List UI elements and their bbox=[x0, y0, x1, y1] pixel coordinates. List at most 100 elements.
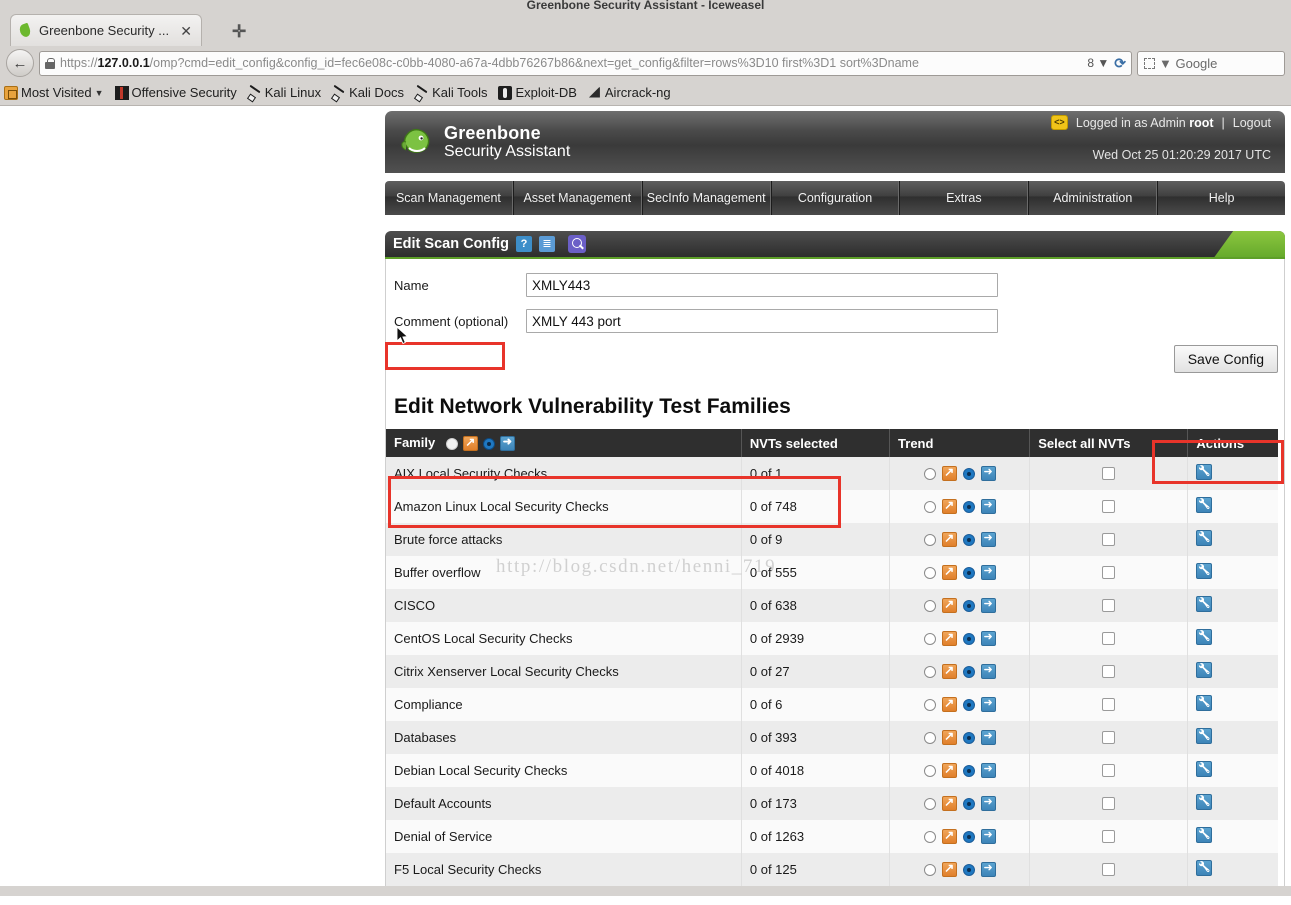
close-tab-icon[interactable]: ✕ bbox=[177, 24, 195, 38]
save-config-button[interactable]: Save Config bbox=[1173, 345, 1278, 373]
select-all-nvts-checkbox[interactable] bbox=[1102, 797, 1116, 811]
cell-family: Buffer overflow bbox=[386, 556, 742, 590]
nav-secinfo-management[interactable]: SecInfo Management bbox=[641, 181, 771, 215]
select-all-nvts-checkbox[interactable] bbox=[1102, 698, 1116, 712]
edit-family-wrench-icon[interactable] bbox=[1196, 728, 1213, 745]
trend-static-radio[interactable] bbox=[962, 599, 975, 612]
nav-asset-management[interactable]: Asset Management bbox=[512, 181, 642, 215]
nav-scan-management[interactable]: Scan Management bbox=[385, 181, 513, 215]
select-all-nvts-checkbox[interactable] bbox=[1102, 764, 1116, 778]
edit-family-wrench-icon[interactable] bbox=[1196, 563, 1213, 580]
name-input[interactable] bbox=[526, 273, 998, 297]
trend-static-radio[interactable] bbox=[962, 632, 975, 645]
list-icon[interactable]: ≣ bbox=[539, 236, 555, 252]
bookmark-aircrack-ng[interactable]: Aircrack-ng bbox=[588, 85, 671, 100]
trend-grow-radio[interactable] bbox=[923, 665, 936, 678]
circle-selected-icon[interactable] bbox=[482, 437, 495, 450]
new-tab-icon[interactable]: ✛ bbox=[232, 23, 246, 40]
trend-static-radio[interactable] bbox=[962, 533, 975, 546]
trend-grow-radio[interactable] bbox=[923, 698, 936, 711]
edit-family-wrench-icon[interactable] bbox=[1196, 596, 1213, 613]
trend-grow-radio[interactable] bbox=[923, 764, 936, 777]
browser-tab[interactable]: Greenbone Security ... ✕ bbox=[10, 14, 202, 46]
trend-static-radio[interactable] bbox=[962, 797, 975, 810]
trend-grow-radio[interactable] bbox=[923, 797, 936, 810]
trend-static-icon[interactable] bbox=[499, 435, 515, 452]
nav-help[interactable]: Help bbox=[1157, 181, 1285, 215]
trend-static-radio[interactable] bbox=[962, 764, 975, 777]
trend-grow-radio[interactable] bbox=[923, 533, 936, 546]
select-all-nvts-checkbox[interactable] bbox=[1102, 863, 1116, 877]
trend-grow-radio[interactable] bbox=[923, 500, 936, 513]
column-header-nvts-selected[interactable]: NVTs selected bbox=[741, 429, 891, 458]
trend-grow-radio[interactable] bbox=[923, 863, 936, 876]
select-all-nvts-checkbox[interactable] bbox=[1102, 632, 1116, 646]
cell-family: Denial of Service bbox=[386, 820, 742, 854]
trend-static-radio[interactable] bbox=[962, 566, 975, 579]
edit-family-wrench-icon[interactable] bbox=[1196, 827, 1213, 844]
select-all-nvts-checkbox[interactable] bbox=[1102, 500, 1116, 514]
chevrons-icon[interactable]: <> bbox=[1050, 115, 1068, 130]
bookmark-kali-tools[interactable]: Kali Tools bbox=[415, 85, 487, 100]
column-header-family[interactable]: Family bbox=[386, 429, 742, 458]
trend-static-icon bbox=[980, 531, 996, 548]
trend-up-icon[interactable] bbox=[462, 435, 478, 452]
page-title: Edit Scan Config bbox=[393, 236, 509, 252]
trend-static-radio[interactable] bbox=[962, 698, 975, 711]
trend-grow-radio[interactable] bbox=[923, 830, 936, 843]
logout-link[interactable]: Logout bbox=[1233, 116, 1271, 130]
trend-static-radio[interactable] bbox=[962, 731, 975, 744]
column-header-trend[interactable]: Trend bbox=[889, 429, 1031, 458]
cell-family: Amazon Linux Local Security Checks bbox=[386, 490, 742, 524]
trend-grow-radio[interactable] bbox=[923, 566, 936, 579]
table-header-row: Family NVTs selected Trend Select all NV… bbox=[386, 429, 1278, 458]
bookmark-most-visited[interactable]: Most Visited ▼ bbox=[4, 85, 104, 100]
address-bar[interactable]: https://127.0.0.1/omp?cmd=edit_config&co… bbox=[39, 50, 1132, 76]
trend-grow-radio[interactable] bbox=[923, 632, 936, 645]
column-header-select-all[interactable]: Select all NVTs bbox=[1029, 429, 1189, 458]
edit-family-wrench-icon[interactable] bbox=[1196, 662, 1213, 679]
trend-up-icon bbox=[941, 498, 957, 515]
edit-family-wrench-icon[interactable] bbox=[1196, 761, 1213, 778]
chevron-down-icon: ▼ bbox=[94, 87, 104, 98]
select-all-nvts-checkbox[interactable] bbox=[1102, 830, 1116, 844]
edit-family-wrench-icon[interactable] bbox=[1196, 695, 1213, 712]
url-identity-badge[interactable]: 8 ▼ bbox=[1087, 56, 1109, 70]
select-all-nvts-checkbox[interactable] bbox=[1102, 665, 1116, 679]
edit-family-wrench-icon[interactable] bbox=[1196, 497, 1213, 514]
edit-family-wrench-icon[interactable] bbox=[1196, 794, 1213, 811]
search-icon[interactable] bbox=[568, 235, 586, 253]
select-all-nvts-checkbox[interactable] bbox=[1102, 533, 1116, 547]
bookmark-offensive-security[interactable]: Offensive Security bbox=[114, 85, 237, 100]
cell-actions bbox=[1188, 622, 1278, 655]
nav-extras[interactable]: Extras bbox=[899, 181, 1029, 215]
trend-static-radio[interactable] bbox=[962, 830, 975, 843]
nav-administration[interactable]: Administration bbox=[1028, 181, 1158, 215]
bookmark-label: Kali Tools bbox=[432, 85, 488, 100]
comment-input[interactable] bbox=[526, 309, 998, 333]
trend-static-radio[interactable] bbox=[962, 863, 975, 876]
nav-configuration[interactable]: Configuration bbox=[770, 181, 900, 215]
trend-grow-radio[interactable] bbox=[923, 599, 936, 612]
circle-unselected-icon[interactable] bbox=[445, 437, 458, 450]
bookmark-kali-docs[interactable]: Kali Docs bbox=[332, 85, 404, 100]
edit-family-wrench-icon[interactable] bbox=[1196, 860, 1213, 877]
select-all-nvts-checkbox[interactable] bbox=[1102, 599, 1116, 613]
search-bar[interactable]: ▼ Google bbox=[1137, 50, 1285, 76]
edit-family-wrench-icon[interactable] bbox=[1196, 530, 1213, 547]
back-button[interactable]: ← bbox=[6, 49, 34, 77]
bookmark-exploit-db[interactable]: Exploit-DB bbox=[498, 85, 577, 100]
trend-grow-radio[interactable] bbox=[923, 731, 936, 744]
help-icon[interactable]: ? bbox=[516, 236, 532, 252]
edit-family-wrench-icon[interactable] bbox=[1196, 629, 1213, 646]
bookmark-kali-linux[interactable]: Kali Linux bbox=[248, 85, 321, 100]
select-all-nvts-checkbox[interactable] bbox=[1102, 467, 1116, 481]
edit-family-wrench-icon[interactable] bbox=[1196, 464, 1213, 481]
select-all-nvts-checkbox[interactable] bbox=[1102, 566, 1116, 580]
reload-icon[interactable]: ⟳ bbox=[1114, 55, 1126, 72]
trend-static-radio[interactable] bbox=[962, 467, 975, 480]
trend-grow-radio[interactable] bbox=[923, 467, 936, 480]
trend-static-radio[interactable] bbox=[962, 665, 975, 678]
select-all-nvts-checkbox[interactable] bbox=[1102, 731, 1116, 745]
trend-static-radio[interactable] bbox=[962, 500, 975, 513]
